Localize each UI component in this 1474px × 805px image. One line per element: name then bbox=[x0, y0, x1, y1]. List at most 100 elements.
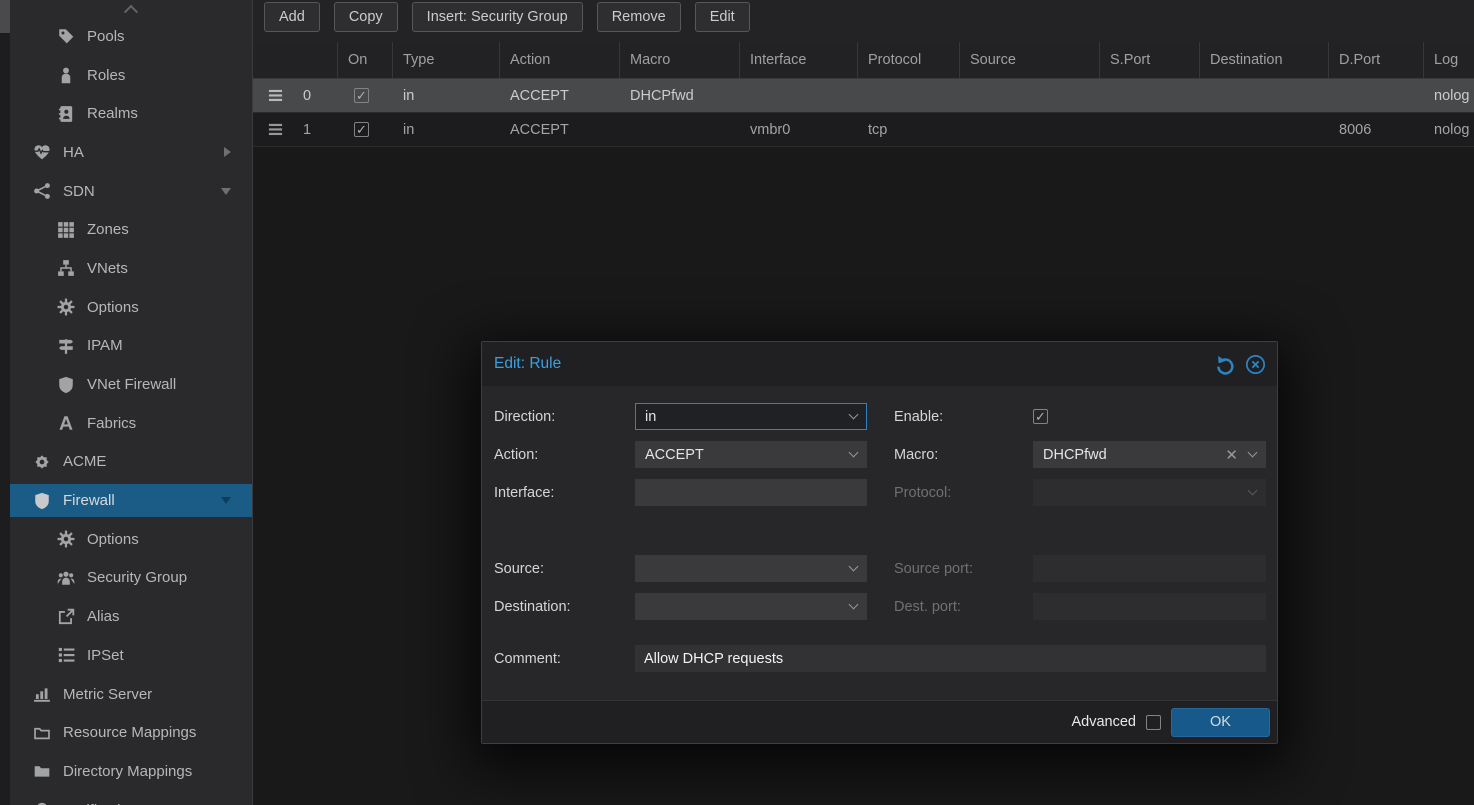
sidebar-item-pools[interactable]: Pools bbox=[10, 17, 252, 56]
column-header-d-port[interactable]: D.Port bbox=[1329, 42, 1424, 78]
ok-button[interactable]: OK bbox=[1171, 707, 1270, 737]
source-combo[interactable] bbox=[635, 555, 867, 582]
sidebar-item-label: IPAM bbox=[87, 337, 123, 355]
sidebar-item-zones[interactable]: Zones bbox=[10, 210, 252, 249]
sidebar-item-vnets[interactable]: VNets bbox=[10, 249, 252, 288]
sidebar-item-realms[interactable]: Realms bbox=[10, 94, 252, 133]
column-header-log[interactable]: Log bbox=[1424, 42, 1474, 78]
rules-table-body: 0 in ACCEPT DHCPfwd nolog 1 in ACCEPT vmbr0 tcp 80… bbox=[253, 79, 1474, 147]
users-icon bbox=[57, 569, 75, 587]
sidebar-item-vnet-firewall[interactable]: VNet Firewall bbox=[10, 365, 252, 404]
sidebar-item-label: Fabrics bbox=[87, 414, 137, 432]
sidebar-item-label: IPSet bbox=[87, 646, 124, 664]
rule-on-checkbox[interactable] bbox=[354, 88, 369, 103]
undo-icon[interactable] bbox=[1215, 354, 1236, 375]
outer-scrollbar[interactable] bbox=[0, 0, 10, 805]
sidebar-item-label: Security Group bbox=[87, 569, 188, 587]
collapse-arrow-icon[interactable] bbox=[221, 497, 231, 505]
column-header-destination[interactable]: Destination bbox=[1200, 42, 1329, 78]
insert-security-group-button[interactable]: Insert: Security Group bbox=[411, 2, 583, 32]
sidebar-item-notifications[interactable]: Notifications bbox=[10, 791, 252, 805]
gear-icon bbox=[57, 530, 75, 548]
drag-handle-icon[interactable] bbox=[267, 88, 284, 103]
copy-button[interactable]: Copy bbox=[333, 2, 398, 32]
drag-handle-icon[interactable] bbox=[267, 122, 284, 137]
direction-combo[interactable]: in bbox=[635, 403, 867, 430]
source-label: Source: bbox=[494, 560, 544, 577]
column-header-s-port[interactable]: S.Port bbox=[1100, 42, 1200, 78]
clear-icon[interactable]: ✕ bbox=[1225, 446, 1238, 464]
sidebar-item-ipam[interactable]: IPAM bbox=[10, 327, 252, 366]
sidebar-item-metric-server[interactable]: Metric Server bbox=[10, 675, 252, 714]
expand-arrow-icon[interactable] bbox=[224, 147, 231, 158]
edit-button[interactable]: Edit bbox=[694, 2, 750, 32]
column-header-protocol[interactable]: Protocol bbox=[858, 42, 960, 78]
cell-type: in bbox=[403, 87, 415, 104]
dialog-title: Edit: Rule bbox=[494, 355, 562, 372]
advanced-checkbox[interactable] bbox=[1146, 714, 1161, 730]
enable-checkbox[interactable] bbox=[1033, 409, 1048, 424]
sidebar-item-options[interactable]: Options bbox=[10, 288, 252, 327]
remove-button[interactable]: Remove bbox=[596, 2, 681, 32]
macro-label: Macro: bbox=[894, 446, 939, 463]
sidebar-item-resource-mappings[interactable]: Resource Mappings bbox=[10, 713, 252, 752]
sidebar-item-label: HA bbox=[63, 143, 84, 161]
cell-sport bbox=[1100, 79, 1200, 112]
chevron-down-icon bbox=[848, 561, 859, 572]
column-header-row-number[interactable] bbox=[253, 42, 338, 78]
rule-row-0[interactable]: 0 in ACCEPT DHCPfwd nolog bbox=[253, 79, 1474, 113]
sidebar-item-label: VNets bbox=[87, 259, 128, 277]
close-icon[interactable] bbox=[1245, 354, 1266, 375]
cell-type: in bbox=[403, 121, 415, 138]
column-header-action[interactable]: Action bbox=[500, 42, 620, 78]
sidebar-item-ha[interactable]: HA bbox=[10, 133, 252, 172]
sidebar-item-directory-mappings[interactable]: Directory Mappings bbox=[10, 752, 252, 791]
column-header-source[interactable]: Source bbox=[960, 42, 1100, 78]
rules-table-header: On Type Action Macro Interface Protocol Source… bbox=[253, 42, 1474, 79]
column-header-type[interactable]: Type bbox=[393, 42, 500, 78]
rule-on-checkbox[interactable] bbox=[354, 122, 369, 137]
collapse-arrow-icon[interactable] bbox=[221, 187, 231, 195]
sidebar-item-alias[interactable]: Alias bbox=[10, 597, 252, 636]
sidebar-item-ipset[interactable]: IPSet bbox=[10, 636, 252, 675]
sidebar-item-roles[interactable]: Roles bbox=[10, 56, 252, 95]
sidebar-item-acme[interactable]: ACME bbox=[10, 443, 252, 482]
macro-combo[interactable]: DHCPfwd ✕ bbox=[1033, 441, 1266, 468]
sidebar-item-label: Options bbox=[87, 298, 139, 316]
action-combo[interactable]: ACCEPT bbox=[635, 441, 867, 468]
cell-dport bbox=[1329, 79, 1424, 112]
address-book-icon bbox=[57, 105, 75, 123]
column-header-macro[interactable]: Macro bbox=[620, 42, 740, 78]
heartbeat-icon bbox=[33, 143, 51, 161]
certificate-icon bbox=[33, 453, 51, 471]
cell-macro bbox=[620, 113, 740, 146]
sidebar-items: Pools Roles Realms HA SDN Zones VNets Options IP… bbox=[10, 17, 252, 805]
sidebar-item-fabrics[interactable]: Fabrics bbox=[10, 404, 252, 443]
sidebar-item-sdn[interactable]: SDN bbox=[10, 172, 252, 211]
destination-combo[interactable] bbox=[635, 593, 867, 620]
column-header-interface[interactable]: Interface bbox=[740, 42, 858, 78]
rule-position: 0 bbox=[303, 87, 312, 104]
dialog-header[interactable]: Edit: Rule bbox=[482, 342, 1277, 386]
cell-macro: DHCPfwd bbox=[630, 87, 694, 104]
sidebar-item-security-group[interactable]: Security Group bbox=[10, 559, 252, 598]
gear-icon bbox=[57, 298, 75, 316]
cell-sport bbox=[1100, 113, 1200, 146]
vnets-icon bbox=[57, 259, 75, 277]
rule-row-1[interactable]: 1 in ACCEPT vmbr0 tcp 8006 nolog bbox=[253, 113, 1474, 147]
column-header-on[interactable]: On bbox=[338, 42, 393, 78]
cell-interface bbox=[740, 79, 858, 112]
folder-open-icon bbox=[33, 724, 51, 742]
sidebar-item-label: Metric Server bbox=[63, 685, 153, 703]
scrollbar-thumb[interactable] bbox=[0, 0, 10, 33]
comment-input[interactable] bbox=[635, 645, 1266, 672]
add-button[interactable]: Add bbox=[264, 2, 320, 32]
sidebar-item-firewall[interactable]: Firewall bbox=[10, 481, 252, 520]
source-port-input bbox=[1033, 555, 1266, 582]
sidebar-scroll-up[interactable] bbox=[10, 0, 252, 19]
chevron-down-icon bbox=[1247, 485, 1258, 496]
sidebar-item-options[interactable]: Options bbox=[10, 520, 252, 559]
interface-input[interactable] bbox=[635, 479, 867, 506]
dest-port-input bbox=[1033, 593, 1266, 620]
bell-icon bbox=[33, 801, 51, 805]
